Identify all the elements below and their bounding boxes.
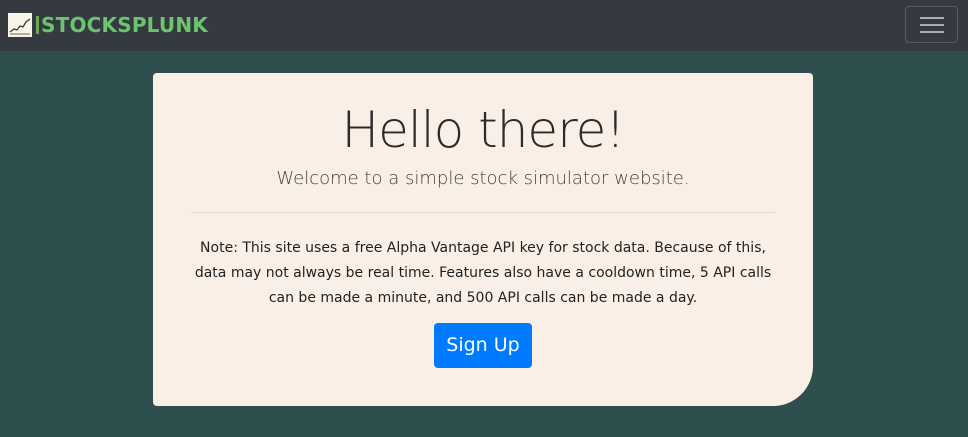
brand-name: STOCKSPLUNK xyxy=(41,13,208,37)
brand-divider xyxy=(36,16,39,34)
page-title: Hello there! xyxy=(341,101,626,159)
sign-up-button[interactable]: Sign Up xyxy=(434,323,532,368)
navbar-toggle-button[interactable] xyxy=(905,6,958,43)
welcome-jumbotron: Hello there! Welcome to a simple stock s… xyxy=(153,73,813,406)
brand-link[interactable]: STOCKSPLUNK xyxy=(8,12,208,38)
divider xyxy=(191,212,775,213)
api-note: Note: This site uses a free Alpha Vantag… xyxy=(194,240,772,306)
top-navbar: STOCKSPLUNK xyxy=(0,0,968,51)
stock-chart-logo-icon xyxy=(8,13,32,37)
page-subtitle: Welcome to a simple stock simulator webs… xyxy=(276,168,690,189)
